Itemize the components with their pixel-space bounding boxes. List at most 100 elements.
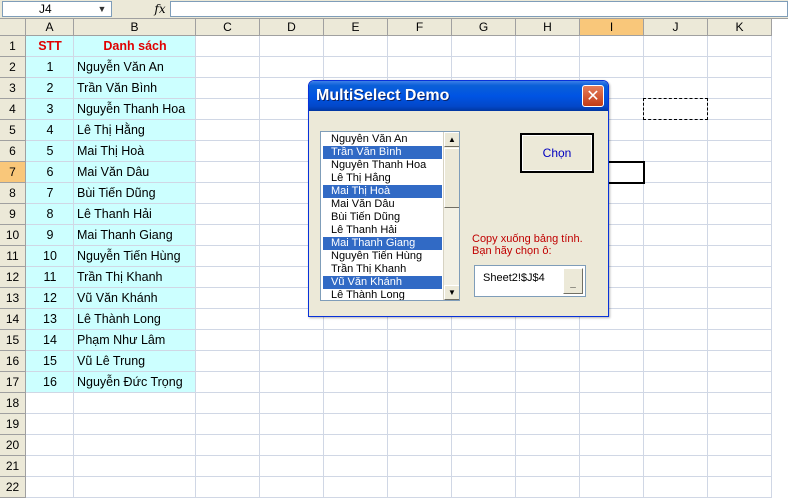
- listbox-item[interactable]: Trần Thị Khanh: [323, 263, 442, 276]
- row-header-17[interactable]: 17: [0, 372, 26, 393]
- listbox-item[interactable]: Mai Văn Dâu: [323, 198, 442, 211]
- select-all-corner[interactable]: [0, 19, 26, 36]
- row-header-2[interactable]: 2: [0, 57, 26, 78]
- ref-edit-value: Sheet2!$J$4: [483, 272, 545, 284]
- row-header-21[interactable]: 21: [0, 456, 26, 477]
- row-header-11[interactable]: 11: [0, 246, 26, 267]
- choose-button[interactable]: Chọn: [520, 133, 594, 173]
- listbox-item[interactable]: Nguyễn Tiến Hùng: [323, 250, 442, 263]
- row-header-10[interactable]: 10: [0, 225, 26, 246]
- row-header-5[interactable]: 5: [0, 120, 26, 141]
- name-cell: Trần Văn Bình: [77, 81, 158, 95]
- row-header-12[interactable]: 12: [0, 267, 26, 288]
- names-listbox[interactable]: Nguyễn Văn An Trần Văn Bình Nguyễn Thanh H…: [320, 131, 460, 301]
- row-header-8[interactable]: 8: [0, 183, 26, 204]
- name-cell: Nguyễn Đức Trọng: [77, 375, 183, 389]
- row-header-7[interactable]: 7: [0, 162, 26, 183]
- listbox-item[interactable]: Bùi Tiến Dũng: [323, 211, 442, 224]
- scroll-down-icon[interactable]: ▼: [444, 285, 459, 300]
- name-cell: Vũ Văn Khánh: [77, 291, 158, 305]
- stt-cell: 12: [43, 291, 57, 305]
- row-header-16[interactable]: 16: [0, 351, 26, 372]
- stt-cell: 6: [46, 165, 54, 179]
- listbox-item[interactable]: Lê Thành Long: [323, 289, 442, 300]
- stt-cell: 4: [46, 123, 54, 137]
- column-header-h[interactable]: H: [516, 19, 580, 36]
- row-header-19[interactable]: 19: [0, 414, 26, 435]
- stt-cell: 16: [43, 375, 57, 389]
- stt-cell: 5: [46, 144, 54, 158]
- dialog-titlebar[interactable]: MultiSelect Demo ✕: [309, 81, 608, 111]
- row-header-15[interactable]: 15: [0, 330, 26, 351]
- listbox-item[interactable]: Vũ Văn Khánh: [323, 276, 442, 289]
- dialog-body: Nguyễn Văn An Trần Văn Bình Nguyễn Thanh H…: [312, 111, 605, 313]
- gridline-v: [73, 36, 74, 498]
- row-header-1[interactable]: 1: [0, 36, 26, 57]
- name-cell: Phạm Như Lâm: [77, 333, 166, 347]
- stt-cell: 1: [46, 60, 54, 74]
- name-cell: Lê Thanh Hải: [77, 207, 152, 221]
- row-header-20[interactable]: 20: [0, 435, 26, 456]
- stt-cell: 14: [43, 333, 57, 347]
- row-header-3[interactable]: 3: [0, 78, 26, 99]
- row-header-18[interactable]: 18: [0, 393, 26, 414]
- gridline-v: [195, 36, 196, 498]
- stt-cell: 8: [46, 207, 54, 221]
- listbox-item[interactable]: Nguyễn Văn An: [323, 133, 442, 146]
- stt-cell: 9: [46, 228, 54, 242]
- row-header-13[interactable]: 13: [0, 288, 26, 309]
- stt-cell: 11: [43, 270, 57, 284]
- column-header-a[interactable]: A: [26, 19, 74, 36]
- gridline-h: [26, 434, 772, 435]
- name-cell: Vũ Lê Trung: [77, 354, 146, 368]
- ref-edit-field[interactable]: Sheet2!$J$4 _: [474, 265, 586, 297]
- row-header-22[interactable]: 22: [0, 477, 26, 498]
- close-icon[interactable]: ✕: [582, 85, 604, 107]
- select-cell-label: Bạn hãy chọn ô:: [472, 245, 552, 257]
- row-header-6[interactable]: 6: [0, 141, 26, 162]
- row-header-9[interactable]: 9: [0, 204, 26, 225]
- formula-input[interactable]: [170, 1, 788, 17]
- column-header-j[interactable]: J: [644, 19, 708, 36]
- listbox-item[interactable]: Mai Thị Hoà: [323, 185, 442, 198]
- stt-cell: 13: [43, 312, 57, 326]
- listbox-item[interactable]: Nguyễn Thanh Hoa: [323, 159, 442, 172]
- fx-icon[interactable]: fx: [150, 0, 170, 18]
- name-cell: Nguyễn Tiến Hùng: [77, 249, 181, 263]
- stt-cell: 3: [46, 102, 54, 116]
- name-cell: Mai Thanh Giang: [77, 228, 173, 242]
- stt-cell: 15: [43, 354, 57, 368]
- column-header-g[interactable]: G: [452, 19, 516, 36]
- listbox-item[interactable]: Mai Thanh Giang: [323, 237, 442, 250]
- copy-note-label: Copy xuống bảng tính.: [472, 233, 583, 245]
- listbox-scrollbar[interactable]: ▲ ▼: [443, 132, 459, 300]
- name-cell: Bùi Tiến Dũng: [77, 186, 156, 200]
- listbox-item[interactable]: Lê Thị Hằng: [323, 172, 442, 185]
- name-cell: Nguyễn Thanh Hoa: [77, 102, 186, 116]
- column-header-b[interactable]: B: [74, 19, 196, 36]
- column-header-k[interactable]: K: [708, 19, 772, 36]
- row-header-14[interactable]: 14: [0, 309, 26, 330]
- row-header-4[interactable]: 4: [0, 99, 26, 120]
- scroll-thumb[interactable]: [444, 148, 459, 208]
- column-header-d[interactable]: D: [260, 19, 324, 36]
- name-cell: Lê Thị Hằng: [77, 123, 145, 137]
- listbox-item[interactable]: Trần Văn Bình: [323, 146, 442, 159]
- column-header-i[interactable]: I: [580, 19, 644, 36]
- stt-cell: 7: [46, 186, 54, 200]
- column-header-e[interactable]: E: [324, 19, 388, 36]
- gridline-h: [26, 455, 772, 456]
- formula-bar: J4 ▼ fx: [0, 0, 788, 19]
- name-cell: Trần Thị Khanh: [77, 270, 163, 284]
- multiselect-dialog: MultiSelect Demo ✕ Nguyễn Văn An Trần Văn…: [308, 80, 609, 317]
- name-box-dropdown-icon[interactable]: ▼: [92, 1, 112, 17]
- listbox-item[interactable]: Lê Thanh Hải: [323, 224, 442, 237]
- scroll-up-icon[interactable]: ▲: [444, 132, 459, 147]
- stt-cell: 2: [46, 81, 54, 95]
- ref-edit-collapse-button[interactable]: _: [563, 268, 583, 294]
- column-header-f[interactable]: F: [388, 19, 452, 36]
- column-header-c[interactable]: C: [196, 19, 260, 36]
- stt-cell: 10: [43, 249, 57, 263]
- copy-range-marquee: [643, 98, 708, 120]
- header-name: Danh sách: [103, 39, 167, 53]
